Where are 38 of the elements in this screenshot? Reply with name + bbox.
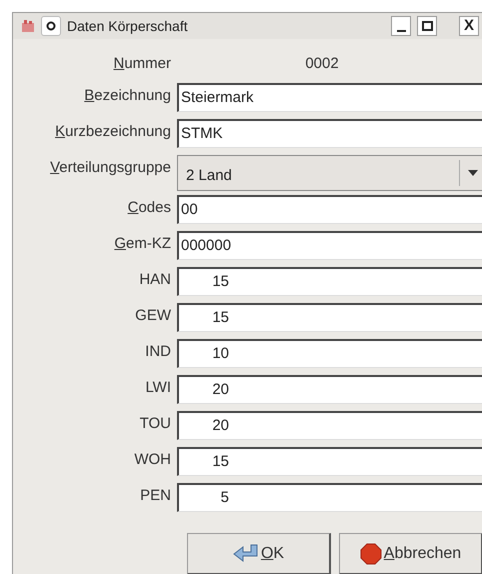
ok-button[interactable]: OK bbox=[187, 533, 331, 574]
close-button[interactable]: X bbox=[459, 16, 479, 36]
field-label: TOU bbox=[138, 414, 172, 434]
field-label: Bezeichnung bbox=[83, 86, 172, 106]
window-title: Daten Körperschaft bbox=[67, 16, 189, 36]
dropdown[interactable]: 2 Land bbox=[177, 155, 482, 191]
minimize-button[interactable] bbox=[391, 16, 411, 36]
dropdown-arrow-icon bbox=[468, 170, 478, 176]
input-field[interactable]: 20 bbox=[177, 411, 482, 440]
field-label: Codes bbox=[126, 198, 172, 218]
field-label: LWI bbox=[144, 378, 172, 398]
stop-sign-icon bbox=[360, 542, 382, 564]
enter-arrow-icon bbox=[232, 544, 259, 564]
cancel-button[interactable]: Abbrechen bbox=[339, 533, 482, 574]
field-label: Nummer bbox=[112, 54, 172, 74]
ring-icon bbox=[46, 21, 56, 31]
app-icon bbox=[21, 19, 35, 33]
input-field[interactable]: 10 bbox=[177, 339, 482, 368]
field-label: HAN bbox=[138, 270, 172, 290]
window-menu-button[interactable] bbox=[41, 16, 61, 36]
input-field[interactable]: Steiermark bbox=[177, 83, 482, 112]
input-field[interactable]: 5 bbox=[177, 483, 482, 512]
field-label: Gem-KZ bbox=[113, 234, 172, 254]
field-label: IND bbox=[144, 342, 172, 362]
input-field[interactable]: 15 bbox=[177, 447, 482, 476]
field-label: GEW bbox=[134, 306, 172, 326]
field-label: Kurzbezeichnung bbox=[54, 122, 172, 142]
input-field[interactable]: 00 bbox=[177, 195, 482, 224]
input-field[interactable]: 15 bbox=[177, 303, 482, 332]
field-label: Verteilungsgruppe bbox=[49, 158, 172, 178]
input-field[interactable]: 20 bbox=[177, 375, 482, 404]
number-value: 0002 bbox=[304, 54, 340, 74]
field-label: WOH bbox=[133, 450, 172, 470]
input-field[interactable]: STMK bbox=[177, 119, 482, 148]
input-field[interactable]: 000000 bbox=[177, 231, 482, 260]
maximize-button[interactable] bbox=[417, 16, 437, 36]
field-label: PEN bbox=[139, 486, 172, 506]
input-field[interactable]: 15 bbox=[177, 267, 482, 296]
